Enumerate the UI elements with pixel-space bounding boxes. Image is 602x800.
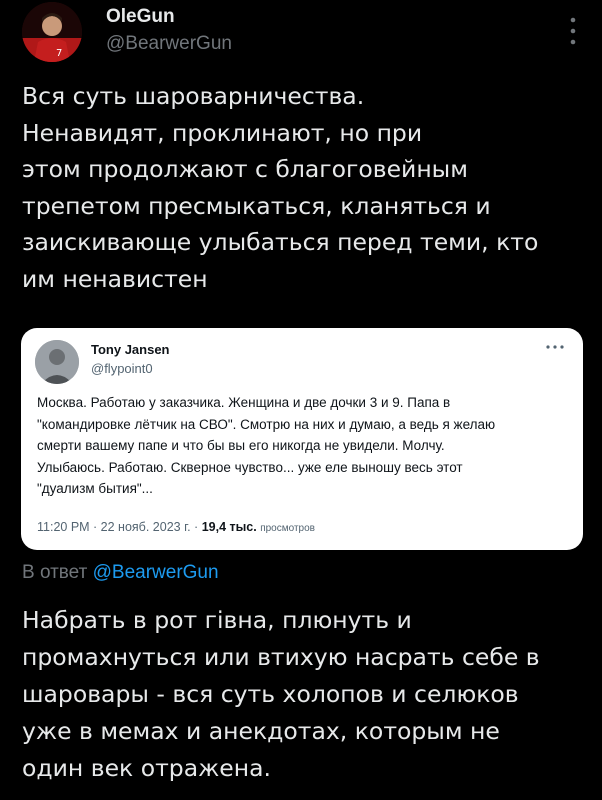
tweet-text: Вся суть шароварничества. Ненавидят, про… <box>22 82 539 293</box>
quoted-more-icon <box>543 340 567 352</box>
author-display-name[interactable]: OleGun <box>106 6 232 28</box>
quoted-tweet-meta: 11:20 PM · 22 нояб. 2023 г. · 19,4 тыс. … <box>37 520 315 534</box>
reply-to-line: В ответ @BearwerGun <box>22 560 219 586</box>
quoted-tweet-text: Москва. Работаю у заказчика. Женщина и д… <box>37 395 496 496</box>
author-handle[interactable]: @BearwerGun <box>106 32 232 56</box>
svg-text:7: 7 <box>56 48 62 59</box>
quoted-views-count: 19,4 тыс. <box>201 520 257 534</box>
quoted-author-avatar <box>35 340 79 384</box>
quoted-handle: @flypoint0 <box>91 361 153 376</box>
quoted-views-label: просмотров <box>260 523 315 534</box>
user-avatar-icon: 7 <box>22 2 82 62</box>
quoted-timestamp: 11:20 PM · 22 нояб. 2023 г. · <box>37 520 202 534</box>
reply-tweet-text: Набрать в рот гівна, плюнуть и промахнут… <box>22 606 540 782</box>
more-options-icon[interactable] <box>570 16 576 46</box>
quoted-display-name: Tony Jansen <box>91 342 170 357</box>
reply-to-mention[interactable]: @BearwerGun <box>93 562 219 583</box>
author-names: OleGun @BearwerGun <box>106 6 232 56</box>
tweet-header: 7 OleGun @BearwerGun <box>22 2 582 62</box>
quoted-tweet-screenshot[interactable]: Tony Jansen @flypoint0 Москва. Работаю у… <box>21 328 583 550</box>
reply-to-prefix: В ответ <box>22 562 93 583</box>
quoted-user-avatar-icon <box>35 340 79 384</box>
author-avatar[interactable]: 7 <box>22 2 82 62</box>
